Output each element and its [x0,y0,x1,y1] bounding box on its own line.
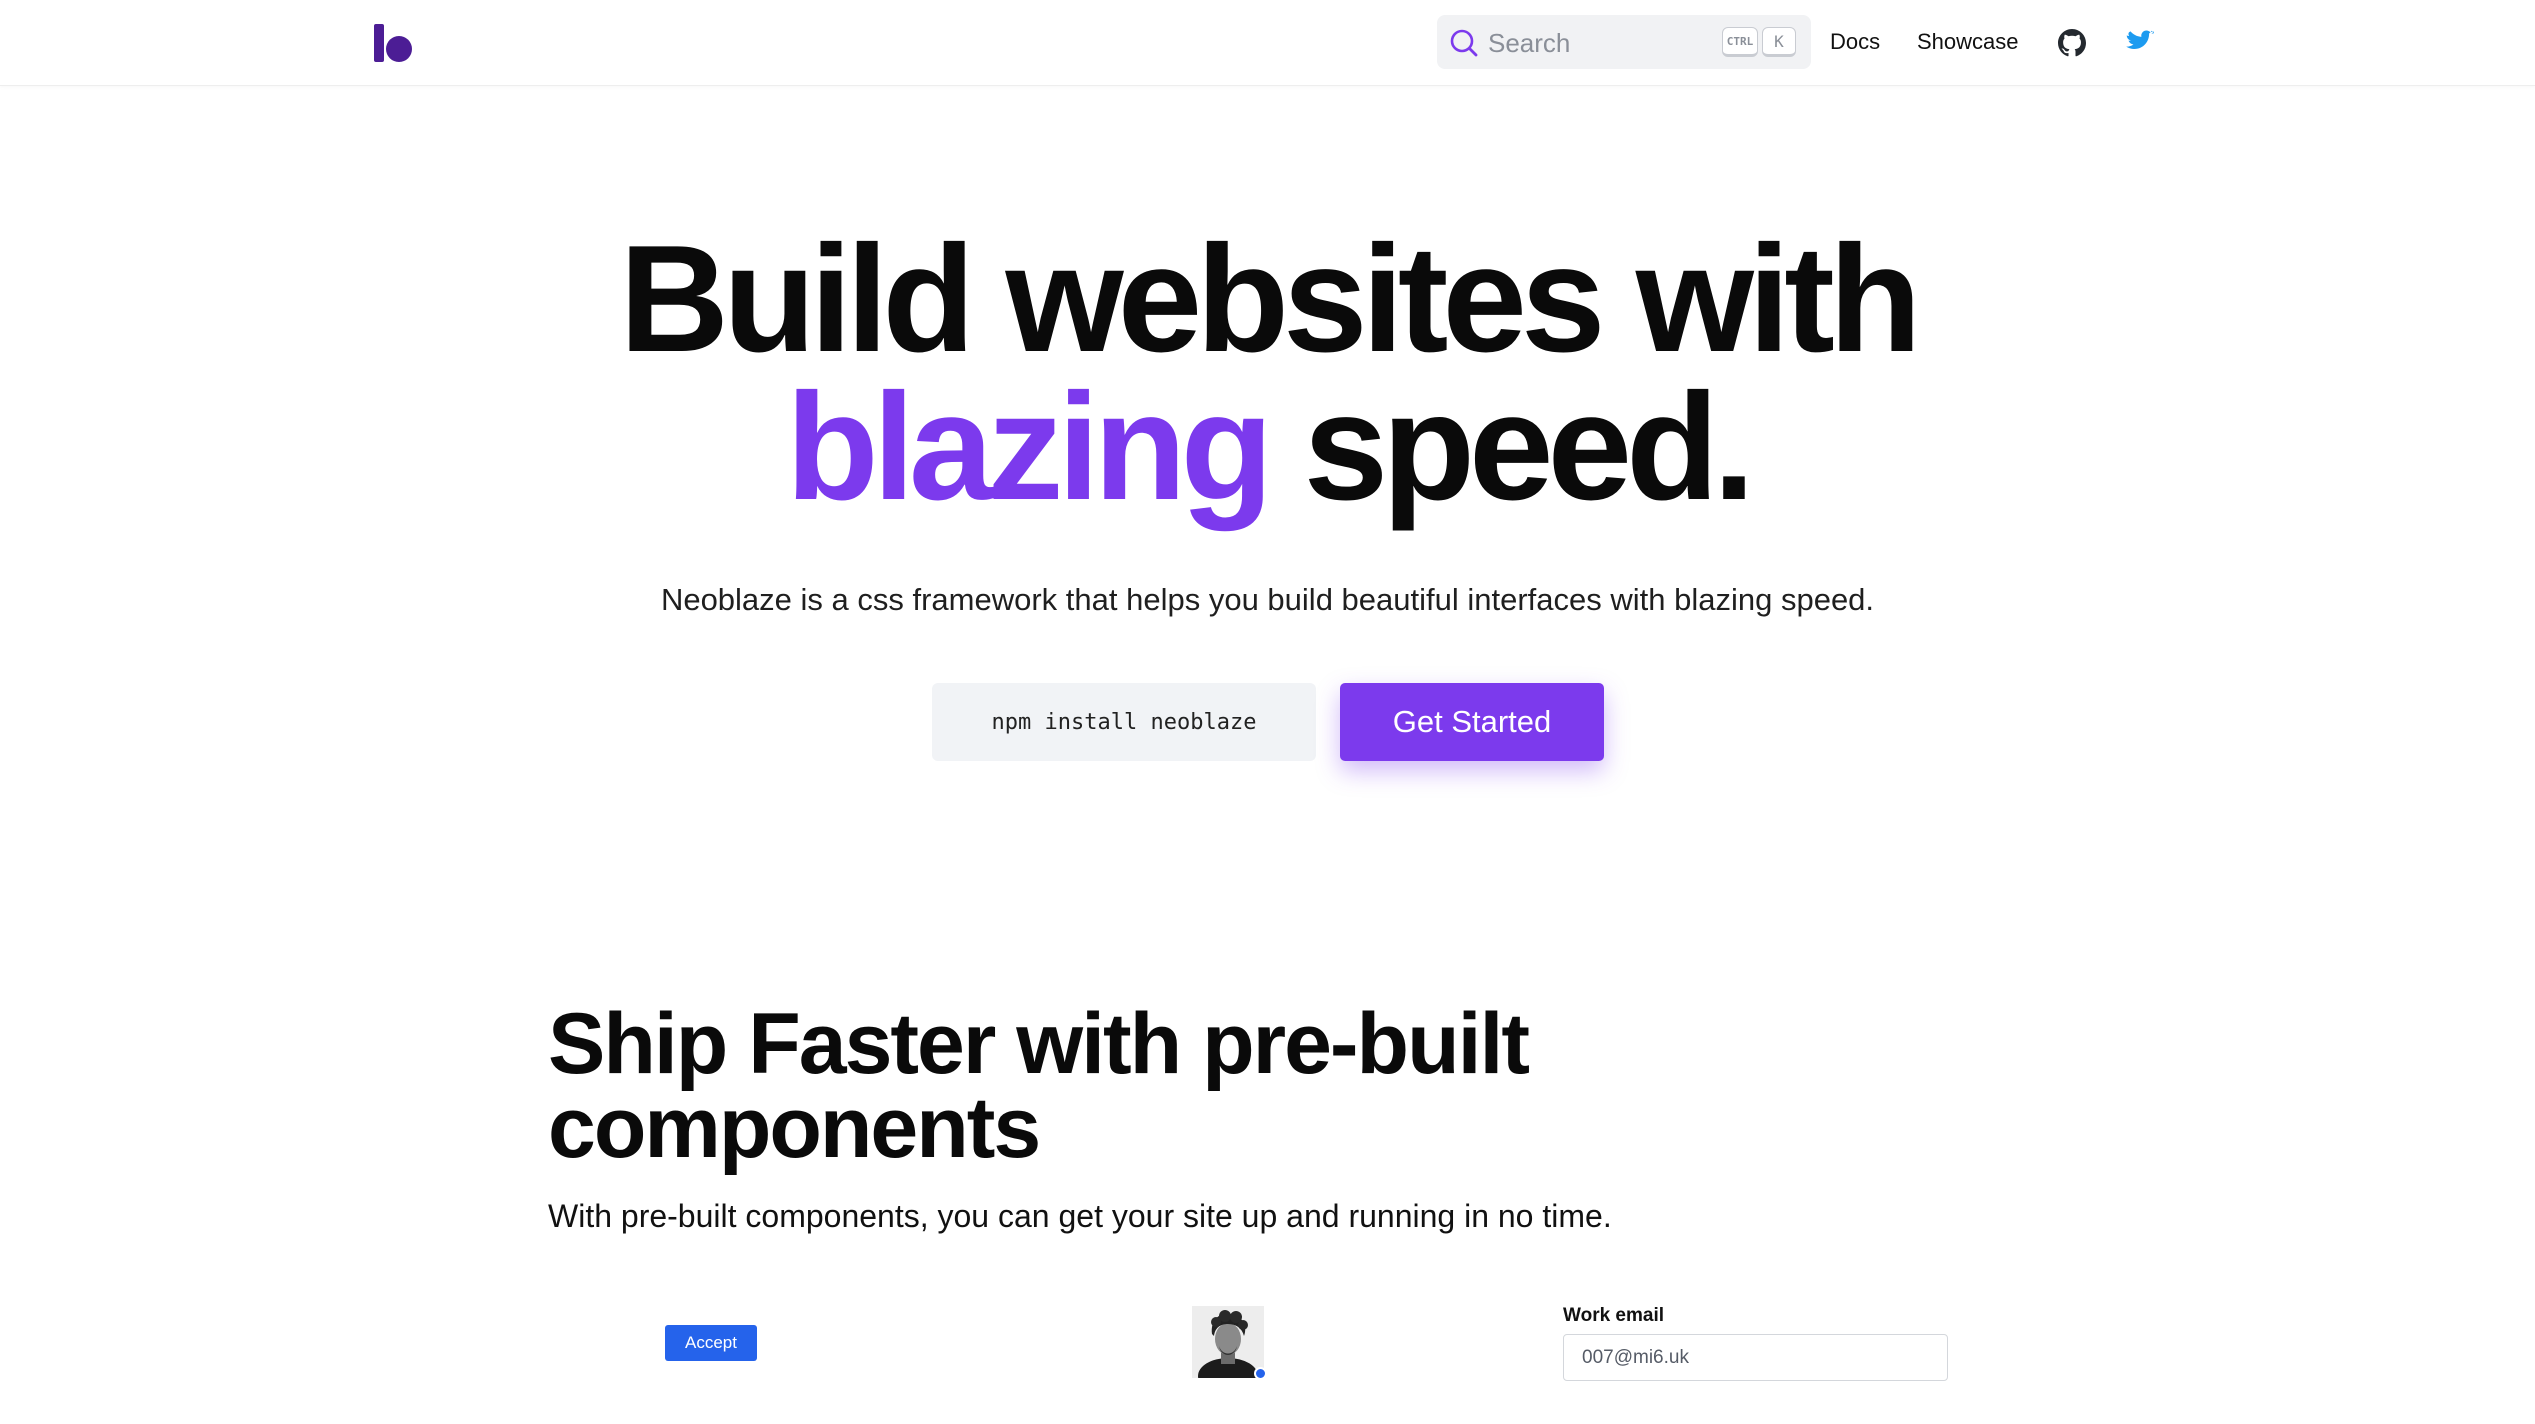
hero-title-line1: Build websites with [619,214,1921,384]
nav-docs-link[interactable]: Docs [1830,28,1880,56]
work-email-label: Work email [1563,1305,1665,1326]
search-placeholder: Search [1488,28,1571,58]
hero-subtitle: Neoblaze is a css framework that helps y… [660,582,1875,617]
work-email-field[interactable] [1563,1334,1948,1381]
nav-showcase-link[interactable]: Showcase [1917,28,2019,56]
search-icon [1450,29,1478,57]
logo-bar [374,24,384,62]
github-icon[interactable] [2058,29,2086,57]
get-started-button[interactable]: Get Started [1340,683,1604,761]
hero-title-accent: blazing [785,362,1274,532]
section-title: Ship Faster with pre-built components [548,996,1530,1176]
hero-title-line2: speed. [1267,362,1756,532]
top-navbar: Search CTRL K Docs Showcase [0,0,2535,86]
twitter-icon[interactable] [2126,30,2154,54]
hero-title: Build websites with blazing speed. [0,223,2535,523]
logo[interactable] [374,24,414,62]
avatar-portrait-icon [1192,1306,1264,1378]
logo-dot [386,36,412,62]
shortcut-ctrl-key: CTRL [1722,27,1758,57]
install-command[interactable]: npm install neoblaze [932,683,1316,761]
shortcut-k-key: K [1762,27,1796,57]
section-subtitle: With pre-built components, you can get y… [548,1198,1612,1234]
accept-button[interactable]: Accept [665,1325,757,1361]
search-box[interactable]: Search CTRL K [1437,15,1811,69]
avatar [1192,1306,1264,1378]
online-status-dot [1254,1367,1267,1380]
